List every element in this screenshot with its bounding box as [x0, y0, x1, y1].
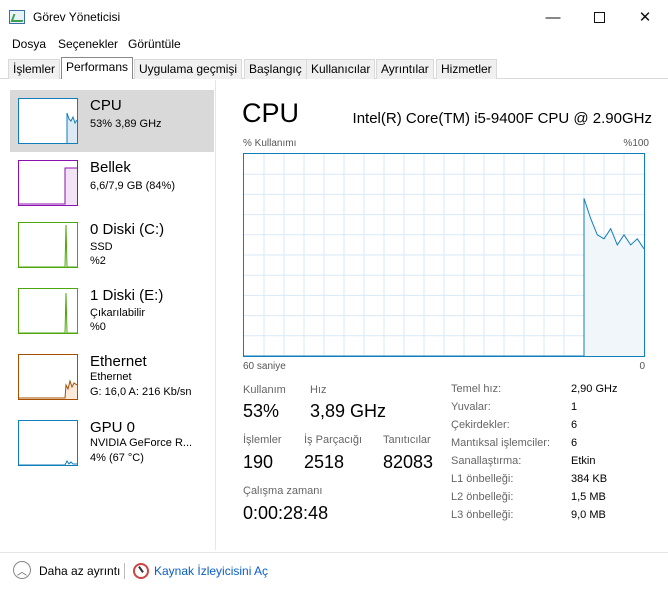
- tab-performance[interactable]: Performans: [61, 57, 134, 79]
- sidebar-item-gpu[interactable]: GPU 0 NVIDIA GeForce R... 4% (67 °C): [10, 412, 214, 474]
- x-axis-span-label: 60 saniye: [243, 361, 286, 372]
- speed-value: 3,89 GHz: [310, 401, 387, 421]
- tab-strip: İşlemler Performans Uygulama geçmişi Baş…: [0, 57, 668, 79]
- sidebar-ethernet-throughput: G: 16,0 A: 216 Kb/sn: [90, 386, 192, 398]
- sidebar-ethernet-adapter: Ethernet: [90, 371, 132, 383]
- maximize-icon: [593, 11, 605, 23]
- cpu-usage-chart: [244, 154, 644, 356]
- sidebar-ethernet-title: Ethernet: [90, 353, 147, 370]
- disk-e-thumbnail-graph: [18, 288, 78, 334]
- utilization-label: Kullanım: [243, 384, 286, 396]
- tab-startup[interactable]: Başlangıç: [244, 59, 307, 79]
- cpu-detail-panel: CPU Intel(R) Core(TM) i5-9400F CPU @ 2.9…: [242, 80, 652, 550]
- processes-value: 190: [243, 452, 274, 472]
- y-axis-max-label: %100: [623, 138, 649, 149]
- spec-label: Sanallaştırma:: [451, 455, 522, 467]
- minimize-button[interactable]: —: [530, 0, 576, 34]
- uptime-label: Çalışma zamanı: [243, 485, 323, 497]
- resource-monitor-icon[interactable]: [133, 563, 149, 579]
- gpu-thumbnail-graph: [18, 420, 78, 466]
- sidebar-item-memory[interactable]: Bellek 6,6/7,9 GB (84%): [10, 152, 214, 214]
- chevron-up-icon[interactable]: ︿: [13, 561, 31, 579]
- tab-users[interactable]: Kullanıcılar: [306, 59, 376, 79]
- sidebar-disk-e-title: 1 Diski (E:): [90, 287, 164, 304]
- spec-value: 1,5 MB: [571, 491, 606, 503]
- task-manager-icon: [9, 10, 25, 24]
- close-icon: ✕: [638, 9, 652, 26]
- content-area: CPU 53% 3,89 GHz Bellek 6,6/7,9 GB (84%)…: [0, 80, 668, 550]
- tab-processes[interactable]: İşlemler: [8, 59, 61, 79]
- handles-label: Tanıtıcılar: [383, 434, 431, 446]
- sidebar-cpu-usage: 53% 3,89 GHz: [90, 118, 162, 130]
- sidebar-item-disk-e[interactable]: 1 Diski (E:) Çıkarılabilir %0: [10, 280, 214, 342]
- sidebar-item-cpu[interactable]: CPU 53% 3,89 GHz: [10, 90, 214, 152]
- threads-value: 2518: [304, 452, 345, 472]
- sidebar-gpu-usage: 4% (67 °C): [90, 452, 144, 464]
- tab-details[interactable]: Ayrıntılar: [376, 59, 434, 79]
- ethernet-thumbnail-graph: [18, 354, 78, 400]
- maximize-button[interactable]: [576, 0, 622, 34]
- spec-value: 6: [571, 437, 578, 449]
- spec-label: L2 önbelleği:: [451, 491, 514, 503]
- sidebar-memory-usage: 6,6/7,9 GB (84%): [90, 180, 175, 192]
- spec-label: L1 önbelleği:: [451, 473, 514, 485]
- spec-value: 1: [571, 401, 578, 413]
- y-axis-label: % Kullanımı: [243, 138, 297, 149]
- cpu-usage-graph: [243, 153, 645, 357]
- cpu-thumbnail-graph: [18, 98, 78, 144]
- footer-divider: [124, 563, 125, 579]
- close-button[interactable]: ✕: [622, 0, 668, 34]
- spec-value: Etkin: [571, 455, 596, 467]
- tab-app-history[interactable]: Uygulama geçmişi: [134, 59, 243, 79]
- page-title: CPU: [242, 98, 300, 128]
- disk-c-thumbnail-graph: [18, 222, 78, 268]
- cpu-model-name: Intel(R) Core(TM) i5-9400F CPU @ 2.90GHz: [352, 110, 652, 127]
- speed-label: Hız: [310, 384, 327, 396]
- utilization-value: 53%: [243, 401, 280, 421]
- menu-options[interactable]: Seçenekler: [58, 37, 118, 51]
- threads-label: İş Parçacığı: [304, 434, 363, 446]
- menu-file[interactable]: Dosya: [12, 37, 46, 51]
- sidebar-disk-c-title: 0 Diski (C:): [90, 221, 165, 238]
- fewer-details-link[interactable]: Daha az ayrıntı: [39, 564, 120, 578]
- spec-label: Yuvalar:: [451, 401, 491, 413]
- spec-value: 9,0 MB: [571, 509, 606, 521]
- title-bar: Görev Yöneticisi — ✕: [0, 0, 668, 34]
- uptime-value: 0:00:28:48: [243, 503, 329, 523]
- window-title: Görev Yöneticisi: [33, 10, 121, 24]
- sidebar-cpu-title: CPU: [90, 97, 122, 114]
- spec-value: 384 KB: [571, 473, 608, 485]
- menu-bar: Dosya Seçenekler Görüntüle: [0, 34, 668, 54]
- spec-value: 2,90 GHz: [571, 383, 618, 395]
- tab-services[interactable]: Hizmetler: [436, 59, 497, 79]
- resource-sidebar: CPU 53% 3,89 GHz Bellek 6,6/7,9 GB (84%)…: [0, 80, 216, 550]
- spec-label: L3 önbelleği:: [451, 509, 514, 521]
- sidebar-item-disk-c[interactable]: 0 Diski (C:) SSD %2: [10, 214, 214, 276]
- sidebar-disk-e-usage: %0: [90, 321, 106, 333]
- processes-label: İşlemler: [243, 434, 282, 446]
- sidebar-disk-c-type: SSD: [90, 241, 113, 253]
- spec-value: 6: [571, 419, 578, 431]
- handles-value: 82083: [383, 452, 434, 472]
- sidebar-disk-e-type: Çıkarılabilir: [90, 307, 146, 319]
- spec-label: Temel hız:: [451, 383, 502, 395]
- sidebar-gpu-name: NVIDIA GeForce R...: [90, 437, 193, 449]
- sidebar-memory-title: Bellek: [90, 159, 131, 176]
- sidebar-gpu-title: GPU 0: [90, 419, 136, 436]
- x-axis-end-label: 0: [639, 361, 645, 372]
- spec-label: Çekirdekler:: [451, 419, 510, 431]
- open-resource-monitor-link[interactable]: Kaynak İzleyicisini Aç: [154, 564, 268, 578]
- minimize-icon: —: [545, 8, 561, 26]
- sidebar-item-ethernet[interactable]: Ethernet Ethernet G: 16,0 A: 216 Kb/sn: [10, 346, 214, 408]
- footer-bar: ︿ Daha az ayrıntı Kaynak İzleyicisini Aç: [0, 552, 668, 590]
- sidebar-disk-c-usage: %2: [90, 255, 106, 267]
- spec-label: Mantıksal işlemciler:: [451, 437, 551, 449]
- memory-thumbnail-graph: [18, 160, 78, 206]
- menu-view[interactable]: Görüntüle: [128, 37, 181, 51]
